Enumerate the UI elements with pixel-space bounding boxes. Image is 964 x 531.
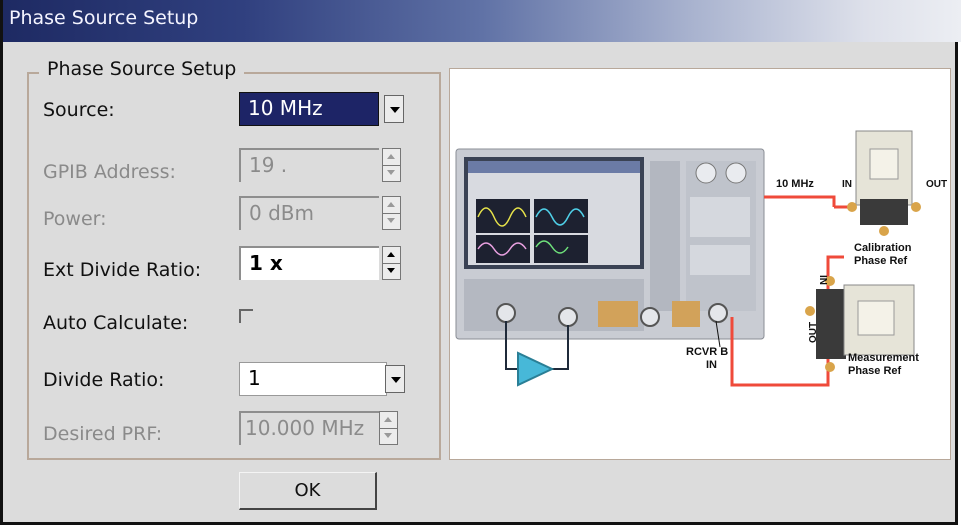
meas-ref-line2: Phase Ref — [848, 365, 902, 377]
window-title: Phase Source Setup — [9, 7, 199, 29]
network-analyzer-instrument — [455, 148, 765, 340]
desired-prf-label: Desired PRF: — [43, 423, 163, 445]
stepper-down-icon[interactable] — [383, 263, 400, 279]
stepper-up-icon[interactable] — [383, 247, 400, 264]
stepper-down-icon[interactable] — [380, 428, 397, 444]
rcvr-label-line1: RCVR B — [686, 346, 728, 358]
cal-ref-line1: Calibration — [854, 242, 912, 254]
amplifier-icon — [517, 351, 555, 387]
desired-prf-field[interactable]: 10.000 MHz — [239, 411, 379, 445]
stepper-down-icon[interactable] — [383, 213, 400, 229]
stepper-up-icon[interactable] — [383, 197, 400, 214]
setup-diagram: 10 MHz IN OUT Calibration Phase Ref IN O… — [449, 68, 951, 460]
power-field[interactable]: 0 dBm — [239, 196, 379, 230]
divide-ratio-dropdown-button[interactable] — [385, 365, 405, 393]
title-bar: Phase Source Setup — [3, 0, 961, 42]
ok-button[interactable]: OK — [239, 472, 377, 510]
meas-in-label: IN — [817, 275, 828, 285]
rcvr-label-line2: IN — [706, 359, 717, 371]
source-dropdown-button[interactable] — [384, 95, 404, 123]
connection-diagram: 10 MHz IN OUT Calibration Phase Ref IN O… — [455, 130, 947, 387]
source-select[interactable]: 10 MHz — [239, 92, 379, 126]
power-label: Power: — [43, 208, 107, 230]
calibration-phase-ref-module — [847, 130, 921, 236]
divide-ratio-label: Divide Ratio: — [43, 369, 165, 391]
stepper-up-icon[interactable] — [383, 149, 400, 166]
gpib-address-field[interactable]: 19 . — [239, 148, 379, 182]
power-stepper[interactable] — [382, 196, 401, 230]
cal-in-label: IN — [842, 179, 852, 190]
meas-ref-line1: Measurement — [848, 352, 919, 364]
ext-divide-ratio-stepper[interactable] — [382, 246, 401, 280]
desired-prf-stepper[interactable] — [379, 411, 398, 445]
source-label: Source: — [43, 99, 115, 121]
reference-cable — [764, 195, 836, 207]
signal-label: 10 MHz — [776, 178, 814, 190]
cal-ref-line2: Phase Ref — [854, 255, 908, 267]
stepper-up-icon[interactable] — [380, 412, 397, 429]
meas-out-label: OUT — [808, 322, 819, 343]
group-legend: Phase Source Setup — [39, 58, 245, 80]
divide-ratio-select[interactable]: 1 — [239, 362, 387, 396]
ext-divide-ratio-field[interactable]: 1 x — [239, 246, 379, 280]
auto-calculate-label: Auto Calculate: — [43, 312, 189, 334]
auto-calculate-checkbox[interactable] — [239, 309, 253, 323]
phase-source-setup-dialog: Phase Source Setup Phase Source Setup So… — [0, 0, 961, 525]
ext-divide-ratio-label: Ext Divide Ratio: — [43, 259, 202, 281]
stepper-down-icon[interactable] — [383, 165, 400, 181]
gpib-address-stepper[interactable] — [382, 148, 401, 182]
cal-out-label: OUT — [926, 179, 947, 190]
gpib-address-label: GPIB Address: — [43, 161, 176, 183]
